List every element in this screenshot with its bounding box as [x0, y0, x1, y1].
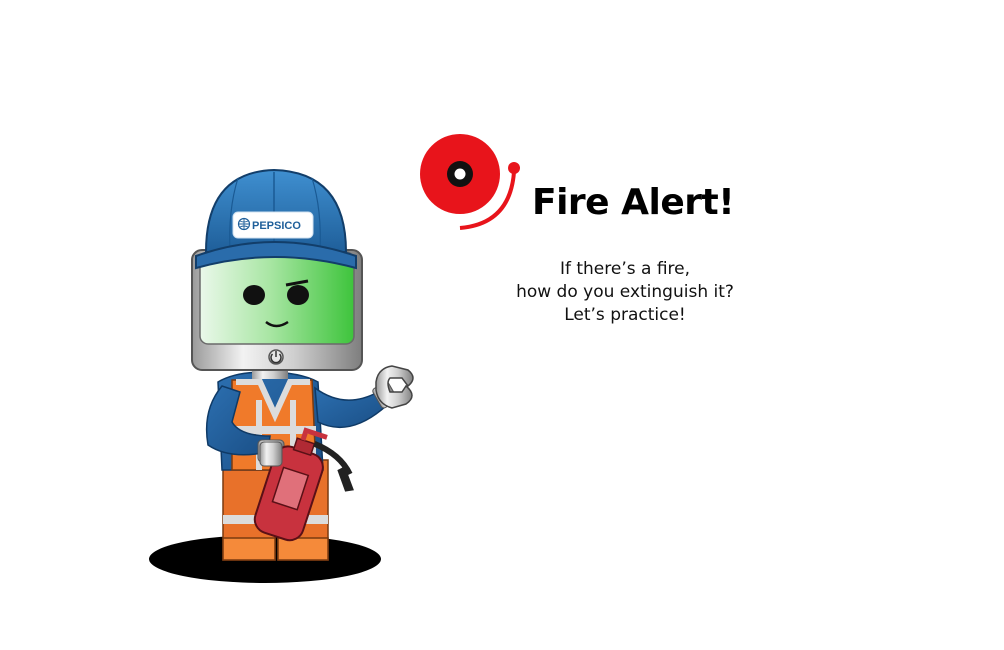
power-icon: [268, 349, 284, 365]
cap-logo-text: PEPSICO: [252, 220, 301, 232]
fire-alarm-bell-icon: [420, 134, 520, 230]
robot-mascot-illustration: PEPSICO: [149, 168, 414, 583]
gripper-claw: [375, 365, 414, 409]
fire-alert-scene: PEPSICO Fire Alert! If there’s a fire, h…: [0, 0, 1004, 650]
fire-alert-message: If there’s a fire, how do you extinguish…: [505, 258, 745, 327]
monitor-screen: [199, 251, 355, 345]
fire-alert-title: Fire Alert!: [532, 182, 735, 223]
message-line: Let’s practice!: [564, 305, 686, 325]
pepsico-globe-icon: [237, 217, 251, 231]
message-line: how do you extinguish it?: [516, 282, 734, 302]
message-line: If there’s a fire,: [559, 259, 691, 279]
cap: [204, 168, 348, 253]
